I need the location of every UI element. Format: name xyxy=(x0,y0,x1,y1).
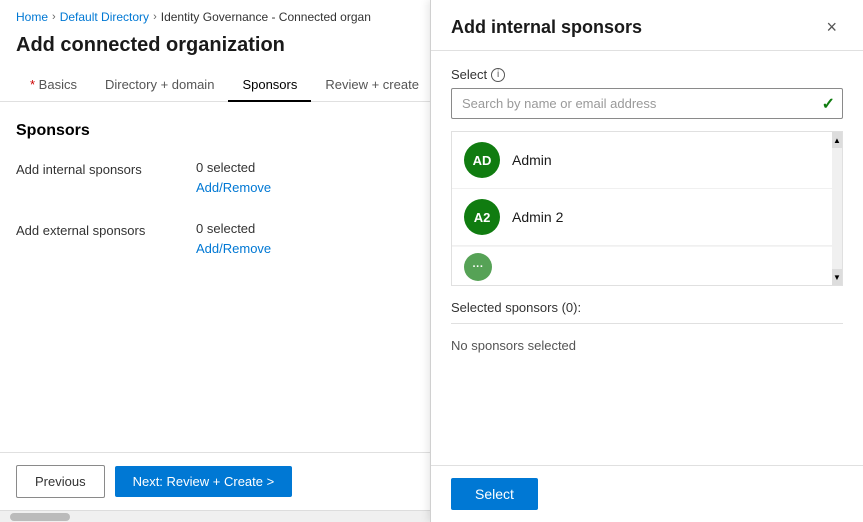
tab-review-create[interactable]: Review + create xyxy=(311,69,433,102)
user-avatar-admin2: A2 xyxy=(464,199,500,235)
panel-title: Add internal sponsors xyxy=(451,17,642,38)
user-partial-avatar: ··· xyxy=(464,253,492,281)
external-sponsors-info: 0 selected Add/Remove xyxy=(196,221,414,258)
user-item-admin2[interactable]: A2 Admin 2 xyxy=(452,189,842,246)
internal-add-remove-link[interactable]: Add/Remove xyxy=(196,180,271,195)
horizontal-scrollbar[interactable] xyxy=(0,510,430,522)
internal-sponsors-count: 0 selected xyxy=(196,160,414,175)
select-label: Select i xyxy=(451,67,843,82)
tab-directory-domain[interactable]: Directory + domain xyxy=(91,69,228,102)
scrollbar-down-btn[interactable]: ▼ xyxy=(832,269,842,285)
breadcrumb-sep-2: › xyxy=(153,11,157,23)
scrollbar-up-btn[interactable]: ▲ xyxy=(832,132,842,148)
add-internal-sponsors-panel: Add internal sponsors × Select i ✓ AD Ad… xyxy=(430,0,863,522)
previous-button[interactable]: Previous xyxy=(16,465,105,498)
breadcrumb-sep-1: › xyxy=(52,11,56,23)
select-button[interactable]: Select xyxy=(451,478,538,510)
internal-sponsors-label: Add internal sponsors xyxy=(16,160,196,177)
scrollbar-thumb xyxy=(10,513,70,521)
breadcrumb-home[interactable]: Home xyxy=(16,10,48,24)
selected-divider xyxy=(451,323,843,324)
tab-sponsors[interactable]: Sponsors xyxy=(228,69,311,102)
external-add-remove-link[interactable]: Add/Remove xyxy=(196,241,271,256)
next-button[interactable]: Next: Review + Create > xyxy=(115,466,293,497)
sponsors-section-title: Sponsors xyxy=(16,122,414,140)
page-title: Add connected organization xyxy=(0,30,430,69)
search-input[interactable] xyxy=(451,88,843,119)
panel-body: Select i ✓ AD Admin A2 Admin 2 xyxy=(431,51,863,465)
selected-section: Selected sponsors (0): No sponsors selec… xyxy=(451,300,843,357)
user-item-admin[interactable]: AD Admin xyxy=(452,132,842,189)
internal-sponsors-row: Add internal sponsors 0 selected Add/Rem… xyxy=(16,160,414,197)
select-info-icon[interactable]: i xyxy=(491,68,505,82)
list-scrollbar: ▲ ▼ xyxy=(832,132,842,285)
user-partial-item: ··· xyxy=(452,246,842,285)
breadcrumb-current: Identity Governance - Connected organ xyxy=(161,10,371,24)
external-sponsors-row: Add external sponsors 0 selected Add/Rem… xyxy=(16,221,414,258)
breadcrumb-directory[interactable]: Default Directory xyxy=(60,10,149,24)
internal-sponsors-info: 0 selected Add/Remove xyxy=(196,160,414,197)
search-check-icon: ✓ xyxy=(822,94,835,114)
search-container: ✓ xyxy=(451,88,843,119)
panel-header: Add internal sponsors × xyxy=(431,0,863,51)
external-sponsors-count: 0 selected xyxy=(196,221,414,236)
panel-footer: Select xyxy=(431,465,863,522)
selected-sponsors-title: Selected sponsors (0): xyxy=(451,300,843,315)
panel-close-button[interactable]: × xyxy=(820,16,843,38)
user-name-admin2: Admin 2 xyxy=(512,209,563,225)
user-avatar-admin: AD xyxy=(464,142,500,178)
tab-basics[interactable]: Basics xyxy=(16,69,91,102)
main-page: Home › Default Directory › Identity Gove… xyxy=(0,0,430,522)
user-name-admin: Admin xyxy=(512,152,552,168)
tabs-bar: Basics Directory + domain Sponsors Revie… xyxy=(0,69,430,102)
no-sponsors-text: No sponsors selected xyxy=(451,334,843,357)
breadcrumb: Home › Default Directory › Identity Gove… xyxy=(0,0,430,30)
content-area: Sponsors Add internal sponsors 0 selecte… xyxy=(0,102,430,452)
user-list: AD Admin A2 Admin 2 ··· ▲ xyxy=(451,131,843,286)
external-sponsors-label: Add external sponsors xyxy=(16,221,196,238)
footer-bar: Previous Next: Review + Create > xyxy=(0,452,430,510)
